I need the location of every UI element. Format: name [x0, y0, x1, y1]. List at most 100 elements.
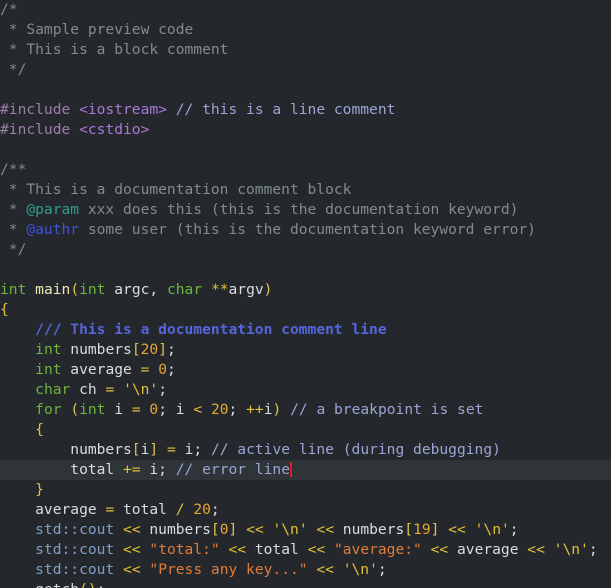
- code-token: }: [35, 481, 44, 498]
- code-token: (: [70, 281, 80, 298]
- code-token: ;: [166, 341, 176, 358]
- code-token: ++: [246, 401, 264, 418]
- code-token: "total:": [149, 541, 220, 558]
- code-token: // active line (during debugging): [210, 441, 501, 458]
- code-token: std::cout: [35, 521, 115, 538]
- code-line[interactable]: std::cout << "total:" << total << "avera…: [0, 540, 611, 560]
- code-token: <<: [246, 521, 264, 538]
- code-line[interactable]: }: [0, 480, 611, 500]
- code-token: 20: [140, 341, 159, 358]
- code-token: for: [35, 401, 62, 418]
- code-line-highlighted[interactable]: total += i; // error line: [0, 460, 611, 480]
- code-line[interactable]: [0, 80, 611, 100]
- code-line[interactable]: {: [0, 420, 611, 440]
- code-token: * Sample preview code: [0, 21, 194, 38]
- code-line[interactable]: [0, 260, 611, 280]
- code-line[interactable]: */: [0, 60, 611, 80]
- code-line[interactable]: int average = 0;: [0, 360, 611, 380]
- code-token: <<: [316, 561, 334, 578]
- code-token: ;: [210, 501, 220, 518]
- code-token: <<: [448, 521, 466, 538]
- code-token: i: [105, 401, 132, 418]
- code-line[interactable]: average = total / 20;: [0, 500, 611, 520]
- code-token: <<: [228, 541, 247, 558]
- code-line[interactable]: for (int i = 0; i < 20; ++i) // a breakp…: [0, 400, 611, 420]
- code-token: *: [0, 221, 27, 238]
- code-line[interactable]: #include <iostream> // this is a line co…: [0, 100, 611, 120]
- code-token: '\n': [123, 381, 159, 398]
- code-token: (: [70, 401, 80, 418]
- code-token: [: [404, 521, 414, 538]
- code-line[interactable]: */: [0, 240, 611, 260]
- code-token: =: [166, 441, 176, 458]
- code-token: std::cout: [35, 541, 115, 558]
- code-token: ;: [588, 541, 598, 558]
- code-token: ]: [158, 341, 167, 358]
- code-line[interactable]: /**: [0, 160, 611, 180]
- code-line[interactable]: /// This is a documentation comment line: [0, 320, 611, 340]
- code-token: numbers: [140, 521, 211, 538]
- code-line[interactable]: * This is a documentation comment block: [0, 180, 611, 200]
- code-token: xxx does this (this is the documentation…: [79, 201, 519, 218]
- code-line[interactable]: * @authr some user (this is the document…: [0, 220, 611, 240]
- code-token: *: [0, 201, 27, 218]
- code-token: <<: [123, 561, 141, 578]
- code-area[interactable]: /* * Sample preview code * This is a blo…: [0, 0, 611, 588]
- code-token: 20: [210, 401, 229, 418]
- code-line[interactable]: int main(int argc, char **argv): [0, 280, 611, 300]
- code-token: '\n': [272, 521, 308, 538]
- code-token: #include: [0, 101, 80, 118]
- code-token: ;: [97, 581, 106, 588]
- code-token: * This is a block comment: [0, 41, 229, 58]
- code-line[interactable]: int numbers[20];: [0, 340, 611, 360]
- code-token: [: [131, 441, 141, 458]
- code-token: <: [193, 401, 203, 418]
- code-token: char: [166, 281, 203, 298]
- code-token: /**: [0, 161, 27, 178]
- code-editor-preview[interactable]: /* * Sample preview code * This is a blo…: [0, 0, 611, 588]
- code-token: total: [0, 461, 124, 478]
- code-token: (): [79, 581, 97, 588]
- code-line[interactable]: numbers[i] = i; // active line (during d…: [0, 440, 611, 460]
- code-token: int: [79, 281, 106, 298]
- code-line[interactable]: std::cout << "Press any key..." << '\n';: [0, 560, 611, 580]
- code-line[interactable]: std::cout << numbers[0] << '\n' << numbe…: [0, 520, 611, 540]
- code-token: numbers: [334, 521, 405, 538]
- code-line[interactable]: #include <cstdio>: [0, 120, 611, 140]
- code-token: {: [0, 301, 9, 318]
- code-token: int: [35, 341, 62, 358]
- code-line[interactable]: getch();: [0, 580, 611, 588]
- code-line[interactable]: * Sample preview code: [0, 20, 611, 40]
- code-token: <<: [430, 541, 449, 558]
- code-token: ;: [509, 521, 519, 538]
- code-token: /: [175, 501, 185, 518]
- code-line[interactable]: /*: [0, 0, 611, 20]
- code-token: some user (this is the documentation key…: [79, 221, 536, 238]
- code-line[interactable]: * @param xxx does this (this is the docu…: [0, 200, 611, 220]
- code-token: ;: [166, 361, 176, 378]
- code-token: ;: [193, 441, 203, 458]
- code-token: <cstdio>: [79, 121, 150, 138]
- code-line[interactable]: char ch = '\n';: [0, 380, 611, 400]
- code-line[interactable]: * This is a block comment: [0, 40, 611, 60]
- code-token: argc,: [105, 281, 167, 298]
- code-line[interactable]: {: [0, 300, 611, 320]
- code-line[interactable]: [0, 140, 611, 160]
- code-token: <iostream>: [79, 101, 167, 118]
